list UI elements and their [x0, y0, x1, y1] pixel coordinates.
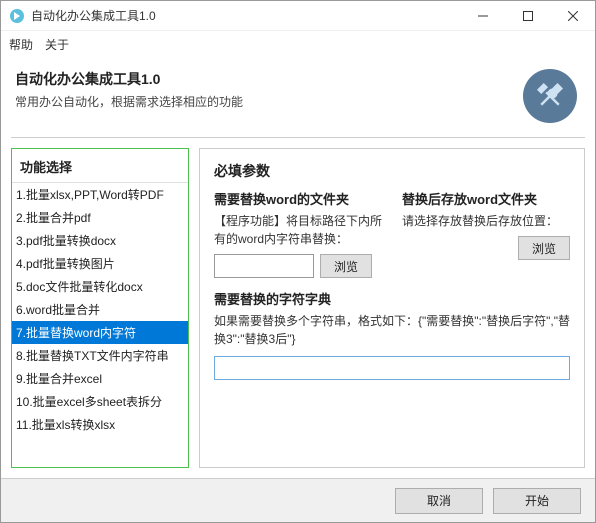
target-folder-desc: 请选择存放替换后存放位置： [402, 212, 570, 230]
source-folder-input[interactable] [214, 254, 314, 278]
header-subtitle: 常用办公自动化，根据需求选择相应的功能 [15, 93, 243, 110]
sidebar-item[interactable]: 9.批量合并excel [12, 367, 188, 390]
required-params-title: 必填参数 [214, 161, 270, 181]
sidebar-item[interactable]: 6.word批量合并 [12, 298, 188, 321]
target-browse-button[interactable]: 浏览 [518, 236, 570, 260]
sidebar-item[interactable]: 5.doc文件批量转化docx [12, 275, 188, 298]
divider [11, 137, 585, 138]
sidebar-item[interactable]: 7.批量替换word内字符 [12, 321, 188, 344]
start-button[interactable]: 开始 [493, 488, 581, 514]
menubar: 帮助 关于 [1, 31, 595, 57]
menu-about[interactable]: 关于 [45, 36, 69, 53]
sidebar-item[interactable]: 10.批量excel多sheet表拆分 [12, 390, 188, 413]
menu-help[interactable]: 帮助 [9, 36, 33, 53]
header: 自动化办公集成工具1.0 常用办公自动化，根据需求选择相应的功能 [1, 57, 595, 133]
sidebar-item[interactable]: 1.批量xlsx,PPT,Word转PDF [12, 183, 188, 206]
source-folder-label: 需要替换word的文件夹 [214, 189, 382, 208]
close-button[interactable] [550, 1, 595, 31]
sidebar-item[interactable]: 3.pdf批量转换docx [12, 229, 188, 252]
sidebar: 功能选择 1.批量xlsx,PPT,Word转PDF2.批量合并pdf3.pdf… [11, 148, 189, 468]
footer: 取消 开始 [1, 478, 595, 522]
source-browse-button[interactable]: 浏览 [320, 254, 372, 278]
tools-icon [523, 69, 577, 123]
cancel-button[interactable]: 取消 [395, 488, 483, 514]
titlebar: 自动化办公集成工具1.0 [1, 1, 595, 31]
sidebar-item[interactable]: 4.pdf批量转换图片 [12, 252, 188, 275]
minimize-button[interactable] [460, 1, 505, 31]
sidebar-item[interactable]: 11.批量xls转换xlsx [12, 413, 188, 436]
dict-input[interactable] [214, 356, 570, 380]
target-folder-label: 替换后存放word文件夹 [402, 189, 570, 208]
header-title: 自动化办公集成工具1.0 [15, 69, 243, 89]
app-icon [9, 8, 25, 24]
function-list: 1.批量xlsx,PPT,Word转PDF2.批量合并pdf3.pdf批量转换d… [12, 182, 188, 467]
sidebar-item[interactable]: 2.批量合并pdf [12, 206, 188, 229]
dict-label: 需要替换的字符字典 [214, 289, 570, 308]
source-folder-desc: 【程序功能】将目标路径下内所有的word内字符串替换： [214, 212, 382, 248]
main-panel: 必填参数 需要替换word的文件夹 【程序功能】将目标路径下内所有的word内字… [199, 148, 585, 468]
window-title: 自动化办公集成工具1.0 [31, 7, 460, 24]
sidebar-item[interactable]: 8.批量替换TXT文件内字符串 [12, 344, 188, 367]
maximize-button[interactable] [505, 1, 550, 31]
dict-desc: 如果需要替换多个字符串，格式如下：{"需要替换":"替换后字符","替换3":"… [214, 312, 570, 348]
sidebar-title: 功能选择 [12, 149, 188, 182]
